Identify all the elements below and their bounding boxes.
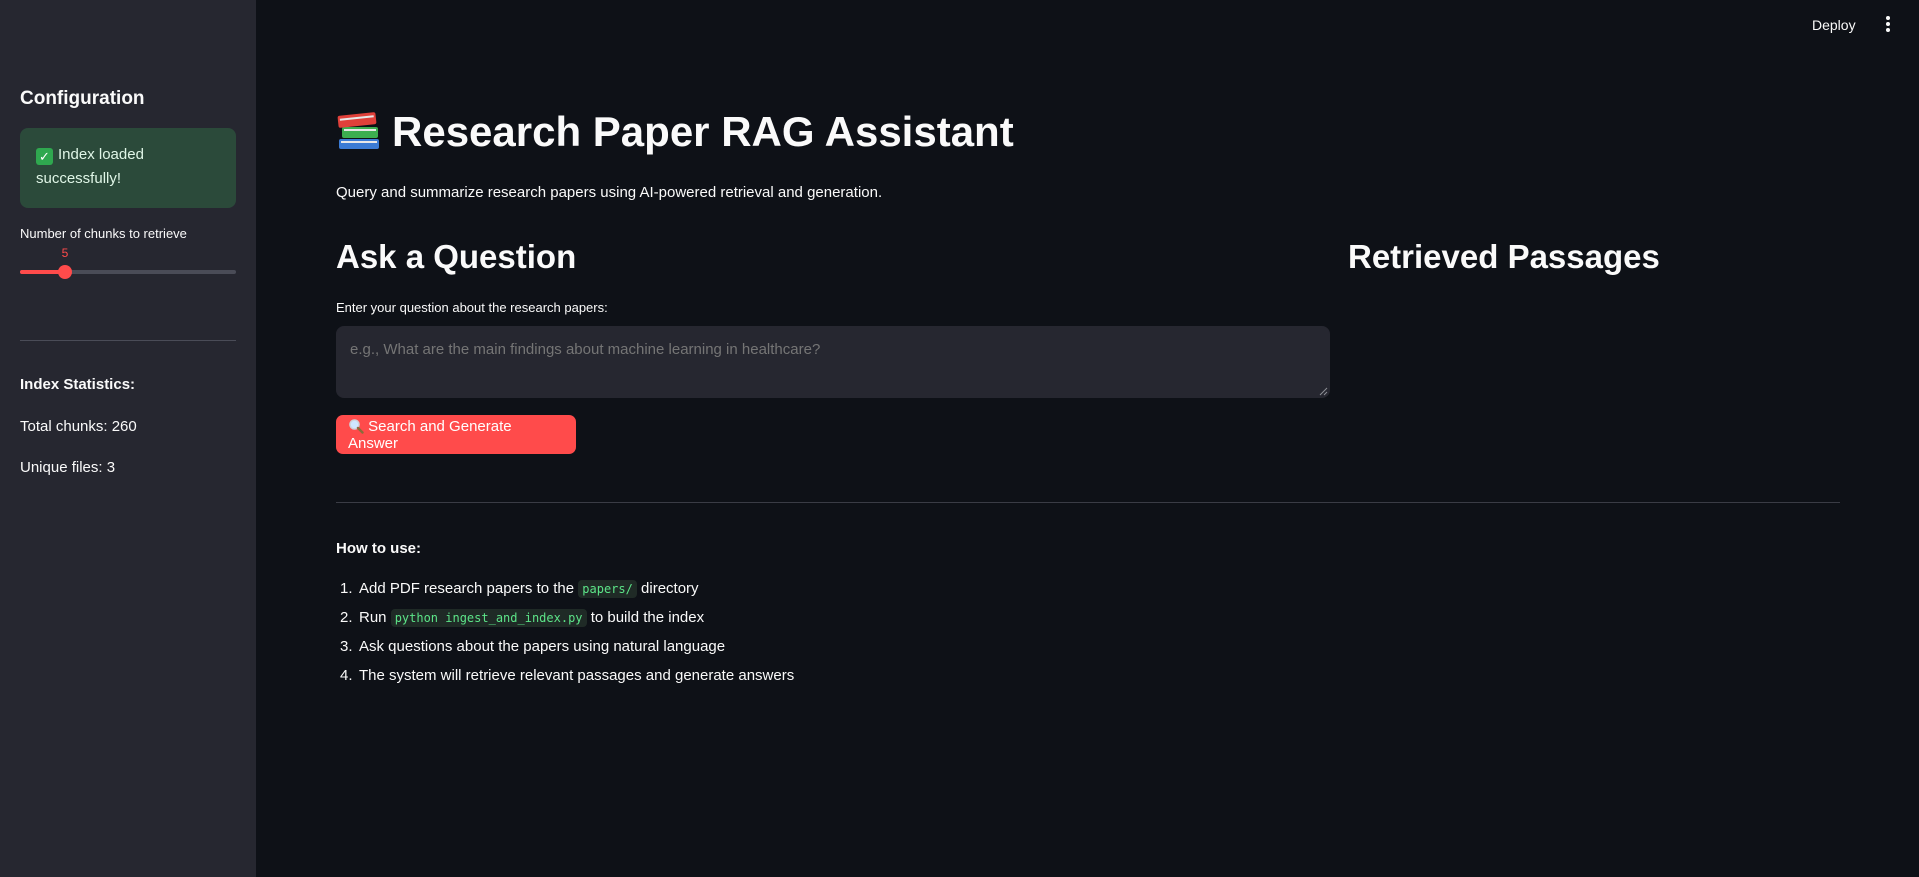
- magnifier-icon: [348, 418, 368, 435]
- slider-thumb[interactable]: [58, 265, 72, 279]
- step-text: The system will retrieve relevant passag…: [359, 667, 795, 684]
- list-item: 3. Ask questions about the papers using n…: [336, 636, 794, 665]
- step-text: directory: [636, 580, 699, 597]
- page-title: Research Paper RAG Assistant: [336, 108, 1014, 156]
- slider-value: 5: [61, 246, 69, 260]
- page-subtitle: Query and summarize research papers usin…: [336, 184, 883, 201]
- deploy-button[interactable]: Deploy: [1812, 17, 1856, 33]
- ask-question-heading: Ask a Question: [336, 238, 577, 275]
- step-text: to build the index: [586, 609, 705, 626]
- kebab-menu-icon[interactable]: [1882, 14, 1894, 34]
- resize-grip-icon[interactable]: [1318, 386, 1328, 396]
- step-number: 3.: [340, 638, 353, 655]
- slider-label: Number of chunks to retrieve: [20, 226, 187, 241]
- list-item: 4. The system will retrieve relevant pass…: [336, 665, 794, 694]
- unique-files: Unique files: 3: [20, 459, 116, 476]
- step-number: 1.: [340, 580, 353, 597]
- question-input[interactable]: [336, 326, 1330, 398]
- retrieved-passages-heading: Retrieved Passages: [1348, 238, 1660, 275]
- app: Configuration ✓ Index loaded successfully…: [0, 0, 1919, 877]
- step-number: 4.: [340, 667, 353, 684]
- search-generate-button[interactable]: Search and Generate Answer: [336, 415, 576, 454]
- sidebar: Configuration ✓ Index loaded successfully…: [0, 0, 256, 877]
- step-text: Run: [359, 609, 391, 626]
- step-number: 2.: [340, 609, 353, 626]
- total-chunks: Total chunks: 260: [20, 418, 137, 435]
- sidebar-divider: [20, 340, 236, 341]
- check-icon: ✓: [36, 148, 53, 165]
- inline-code: papers/: [578, 580, 637, 598]
- books-icon: [336, 110, 382, 152]
- step-text: Ask questions about the papers using nat…: [359, 638, 726, 655]
- list-item: 1. Add PDF research papers to the papers/…: [336, 578, 794, 607]
- search-button-label: Search and Generate Answer: [348, 417, 512, 452]
- howto-title: How to use:: [336, 540, 421, 557]
- page-title-text: Research Paper RAG Assistant: [392, 108, 1014, 155]
- howto-steps: 1. Add PDF research papers to the papers/…: [336, 578, 794, 694]
- sidebar-title: Configuration: [20, 88, 145, 109]
- step-text: Add PDF research papers to the: [359, 580, 579, 597]
- main-divider: [336, 502, 1840, 503]
- list-item: 2. Run python ingest_and_index.py to buil…: [336, 607, 794, 636]
- chunks-slider[interactable]: [20, 265, 236, 279]
- index-stats-title: Index Statistics:: [20, 376, 136, 393]
- question-input-label: Enter your question about the research p…: [336, 300, 608, 315]
- inline-code: python ingest_and_index.py: [390, 609, 587, 627]
- success-alert: ✓ Index loaded successfully!: [20, 128, 236, 208]
